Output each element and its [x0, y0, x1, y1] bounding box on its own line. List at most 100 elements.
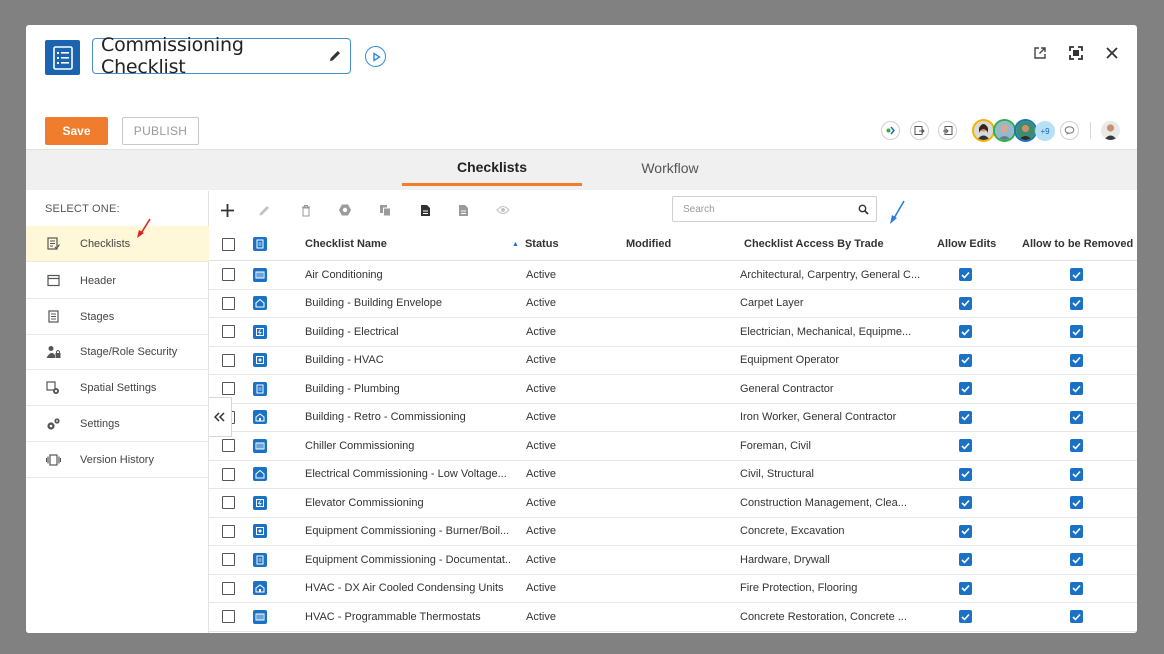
row-select-checkbox[interactable] [222, 489, 242, 517]
allow-removed-checkbox[interactable] [1070, 261, 1090, 289]
maximize-icon[interactable] [1068, 45, 1084, 61]
allow-removed-checkbox[interactable] [1070, 404, 1090, 432]
allow-removed-checkbox[interactable] [1070, 318, 1090, 346]
title-field[interactable]: Commissioning Checklist [92, 34, 351, 78]
row-select-checkbox[interactable] [222, 575, 242, 603]
avatar[interactable] [1014, 119, 1037, 142]
allow-edits-checkbox[interactable] [959, 461, 979, 489]
checklist-name[interactable]: Building - Plumbing [305, 375, 510, 403]
checklist-name[interactable]: Chiller Commissioning [305, 432, 510, 460]
allow-removed-checkbox[interactable] [1070, 461, 1090, 489]
row-select-checkbox[interactable] [222, 603, 242, 631]
select-all-checkbox[interactable] [222, 228, 242, 260]
row-select-checkbox[interactable] [222, 261, 242, 289]
allow-edits-checkbox[interactable] [959, 603, 979, 631]
table-row[interactable]: Building - Retro - Commissioning Active Ir… [209, 404, 1137, 432]
table-row[interactable]: Chiller Commissioning Active Foreman, Civi… [209, 432, 1137, 461]
allow-removed-checkbox[interactable] [1070, 575, 1090, 603]
tab-checklists[interactable]: Checklists [402, 150, 582, 186]
row-select-checkbox[interactable] [222, 461, 242, 489]
avatar[interactable] [993, 119, 1016, 142]
save-button[interactable]: Save [45, 117, 108, 145]
row-select-checkbox[interactable] [222, 546, 242, 574]
view-icon[interactable] [495, 202, 511, 218]
table-row[interactable]: Air Conditioning Active Architectural, Car… [209, 261, 1137, 290]
search-icon[interactable] [850, 204, 876, 215]
table-row[interactable]: Elevator Commissioning Active Construction… [209, 489, 1137, 518]
allow-removed-checkbox[interactable] [1070, 290, 1090, 318]
table-row[interactable]: Building - HVAC Active Equipment Operator [209, 347, 1137, 375]
row-select-checkbox[interactable] [222, 318, 242, 346]
copy-icon[interactable] [377, 202, 393, 218]
allow-edits-checkbox[interactable] [959, 546, 979, 574]
checklist-name[interactable]: HVAC - Programmable Thermostats [305, 603, 510, 631]
allow-edits-checkbox[interactable] [959, 347, 979, 375]
sidebar-item-header[interactable]: Header [26, 263, 209, 299]
checklist-name[interactable]: Building - Electrical [305, 318, 510, 346]
settings-icon[interactable] [337, 202, 353, 218]
checklist-name[interactable]: HVAC - DX Air Cooled Condensing Units [305, 575, 510, 603]
table-row[interactable]: Building - Building Envelope Active Carpet… [209, 290, 1137, 318]
allow-edits-checkbox[interactable] [959, 290, 979, 318]
allow-edits-checkbox[interactable] [959, 375, 979, 403]
sidebar-item-checklists[interactable]: Checklists [26, 226, 209, 262]
table-row[interactable]: Electrical Commissioning - Low Voltage..… [209, 461, 1137, 489]
more-users-badge[interactable]: +9 [1035, 121, 1055, 141]
allow-edits-checkbox[interactable] [959, 432, 979, 460]
allow-removed-checkbox[interactable] [1070, 546, 1090, 574]
checklist-name[interactable]: Building - Retro - Commissioning [305, 404, 510, 432]
open-external-icon[interactable] [1032, 45, 1048, 61]
sidebar-item-settings[interactable]: Settings [26, 406, 209, 442]
sidebar-item-version-history[interactable]: Version History [26, 442, 209, 478]
allow-removed-checkbox[interactable] [1070, 518, 1090, 546]
collapse-sidebar-button[interactable] [209, 397, 232, 437]
allow-edits-checkbox[interactable] [959, 489, 979, 517]
table-row[interactable]: Equipment Commissioning - Documentat... A… [209, 546, 1137, 575]
table-row[interactable]: HVAC - DX Air Cooled Condensing Units Act… [209, 575, 1137, 603]
play-icon[interactable] [365, 46, 386, 67]
sidebar-item-stages[interactable]: Stages [26, 299, 209, 335]
allow-edits-checkbox[interactable] [959, 575, 979, 603]
publish-button[interactable]: PUBLISH [122, 117, 199, 145]
column-header-status[interactable]: ▲ Status [512, 228, 582, 260]
column-header-trade-access[interactable]: Checklist Access By Trade [744, 228, 944, 260]
template-icon[interactable] [455, 202, 471, 218]
allow-edits-checkbox[interactable] [959, 318, 979, 346]
allow-removed-checkbox[interactable] [1070, 489, 1090, 517]
checklist-name[interactable]: Equipment Commissioning - Burner/Boil... [305, 518, 510, 546]
column-header-name[interactable]: Checklist Name [305, 228, 525, 260]
allow-removed-checkbox[interactable] [1070, 375, 1090, 403]
column-header-modified[interactable]: Modified [626, 228, 726, 260]
window-title[interactable]: Commissioning Checklist [101, 34, 320, 78]
import-icon[interactable] [938, 121, 957, 140]
checklist-name[interactable]: Building - Building Envelope [305, 290, 510, 318]
table-row[interactable]: Equipment Commissioning - Burner/Boil...… [209, 518, 1137, 546]
allow-edits-checkbox[interactable] [959, 518, 979, 546]
close-icon[interactable] [1104, 45, 1120, 61]
document-icon[interactable] [417, 202, 433, 218]
table-row[interactable]: Building - Electrical Active Electrician, … [209, 318, 1137, 347]
sidebar-item-spatial-settings[interactable]: Spatial Settings [26, 370, 209, 406]
table-row[interactable]: HVAC - Programmable Thermostats Active Con… [209, 603, 1137, 632]
current-user-avatar[interactable] [1099, 119, 1122, 142]
column-header-allow-removed[interactable]: Allow to be Removed [1022, 228, 1137, 260]
sidebar-item-stage-role-security[interactable]: Stage/Role Security [26, 334, 209, 370]
pencil-icon[interactable] [320, 49, 350, 63]
integration-icon[interactable] [881, 121, 900, 140]
chat-icon[interactable] [1060, 121, 1079, 140]
allow-edits-checkbox[interactable] [959, 404, 979, 432]
tab-workflow[interactable]: Workflow [580, 150, 760, 186]
avatar[interactable] [972, 119, 995, 142]
export-icon[interactable] [910, 121, 929, 140]
edit-icon[interactable] [256, 202, 272, 218]
checklist-name[interactable]: Equipment Commissioning - Documentat... [305, 546, 510, 574]
allow-edits-checkbox[interactable] [959, 261, 979, 289]
sort-ascending-icon[interactable]: ▲ [512, 241, 519, 248]
add-icon[interactable] [219, 202, 235, 218]
search-input[interactable]: Search [672, 196, 877, 222]
checklist-name[interactable]: Elevator Commissioning [305, 489, 510, 517]
checklist-name[interactable]: Building - HVAC [305, 347, 510, 375]
checklist-name[interactable]: Electrical Commissioning - Low Voltage..… [305, 461, 510, 489]
allow-removed-checkbox[interactable] [1070, 347, 1090, 375]
row-select-checkbox[interactable] [222, 290, 242, 318]
